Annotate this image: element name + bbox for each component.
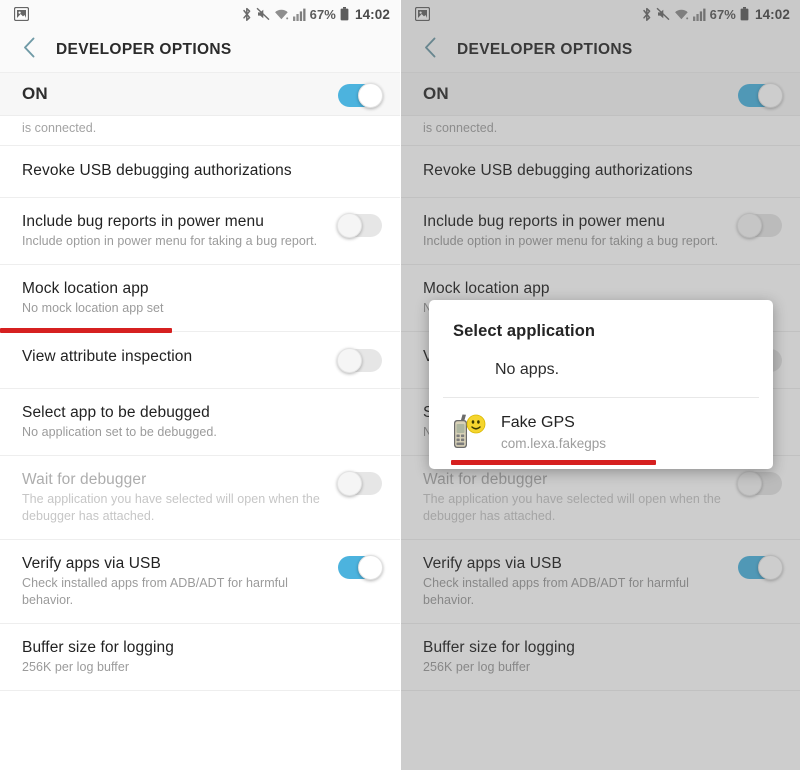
back-button[interactable] xyxy=(14,35,44,65)
wifi-icon xyxy=(674,8,689,21)
list-item-title: Revoke USB debugging authorizations xyxy=(423,162,693,179)
settings-list-left: is connected. Revoke USB debugging autho… xyxy=(0,116,400,691)
list-item-subtitle: 256K per log buffer xyxy=(423,660,531,674)
list-item-subtitle: No mock location app set xyxy=(22,301,164,315)
bluetooth-icon xyxy=(642,7,652,22)
master-switch-toggle[interactable] xyxy=(338,82,383,108)
dialog-option-no-apps[interactable]: No apps. xyxy=(429,347,773,397)
status-bar-right-icons: 67% 14:02 xyxy=(242,7,390,22)
master-switch-label: ON xyxy=(423,84,449,103)
back-chevron-icon xyxy=(424,37,437,63)
screenshot-icon xyxy=(415,7,430,21)
app-bar-right: DEVELOPER OPTIONS xyxy=(401,28,800,72)
wait-for-debugger-toggle xyxy=(337,471,382,496)
master-switch-toggle[interactable] xyxy=(738,82,783,108)
battery-percent-label: 67% xyxy=(709,6,736,22)
list-item-wait-for-debugger: Wait for debugger The application you ha… xyxy=(0,456,400,540)
select-application-dialog: Select application No apps. Fake GPS com… xyxy=(429,300,773,469)
status-bar-left: 67% 14:02 xyxy=(0,0,400,28)
list-item-subtitle: Include option in power menu for taking … xyxy=(22,234,318,248)
master-switch-label: ON xyxy=(22,84,48,103)
list-item-title: Mock location app xyxy=(22,280,149,297)
status-bar-right: 67% 14:02 xyxy=(401,0,800,28)
vibrate-mute-icon xyxy=(256,7,270,21)
list-item-select-app-to-be-debugged[interactable]: Select app to be debugged No application… xyxy=(0,389,400,456)
wait-for-debugger-toggle xyxy=(737,471,782,496)
list-item-title: Select app to be debugged xyxy=(22,404,210,421)
list-item-clipped[interactable]: is connected. xyxy=(401,116,800,146)
list-item-subtitle: The application you have selected will o… xyxy=(423,492,721,523)
list-item-verify-apps-via-usb[interactable]: Verify apps via USB Check installed apps… xyxy=(401,540,800,624)
list-item-title: Wait for debugger xyxy=(22,471,147,488)
developer-options-master-row[interactable]: ON xyxy=(401,72,800,116)
list-item-buffer-size-for-logging[interactable]: Buffer size for logging 256K per log buf… xyxy=(401,624,800,691)
dialog-title: Select application xyxy=(453,322,596,340)
clipped-row-subtitle: is connected. xyxy=(22,121,97,135)
left-screen: 67% 14:02 DEVELOPER OPTIONS ON is connec… xyxy=(0,0,400,770)
list-item-subtitle: Include option in power menu for taking … xyxy=(423,234,719,248)
page-title: DEVELOPER OPTIONS xyxy=(56,41,232,58)
app-item-texts: Fake GPS com.lexa.fakegps xyxy=(501,412,606,453)
fake-gps-app-icon xyxy=(447,411,489,453)
developer-options-master-row[interactable]: ON xyxy=(0,72,400,116)
list-item-revoke-usb-debugging[interactable]: Revoke USB debugging authorizations xyxy=(0,146,400,198)
list-item-subtitle: Check installed apps from ADB/ADT for ha… xyxy=(22,576,289,607)
app-package-label: com.lexa.fakegps xyxy=(501,435,607,451)
status-bar-right-left-icons xyxy=(415,7,430,21)
list-item-mock-location-app[interactable]: Mock location app No mock location app s… xyxy=(0,265,400,333)
include-bug-reports-toggle[interactable] xyxy=(337,213,382,238)
list-item-title: Revoke USB debugging authorizations xyxy=(22,162,292,179)
list-item-title: Verify apps via USB xyxy=(423,555,562,572)
list-item-subtitle: The application you have selected will o… xyxy=(22,492,320,523)
status-bar-right-icons-group: 67% 14:02 xyxy=(642,7,790,22)
back-button[interactable] xyxy=(415,35,445,65)
dialog-option-fake-gps[interactable]: Fake GPS com.lexa.fakegps xyxy=(429,398,773,465)
list-item-title: Include bug reports in power menu xyxy=(22,213,264,230)
signal-icon xyxy=(292,8,306,21)
list-item-buffer-size-for-logging[interactable]: Buffer size for logging 256K per log buf… xyxy=(0,624,400,691)
wifi-icon xyxy=(274,8,289,21)
signal-icon xyxy=(692,8,706,21)
battery-icon xyxy=(340,7,349,21)
list-item-subtitle: Check installed apps from ADB/ADT for ha… xyxy=(423,576,690,607)
status-bar-left-icons xyxy=(14,7,29,21)
verify-apps-via-usb-toggle[interactable] xyxy=(738,555,783,580)
app-bar-left: DEVELOPER OPTIONS xyxy=(0,28,400,72)
status-bar-clock: 14:02 xyxy=(754,6,790,22)
include-bug-reports-toggle[interactable] xyxy=(737,213,782,238)
list-item-revoke-usb-debugging[interactable]: Revoke USB debugging authorizations xyxy=(401,146,800,198)
back-chevron-icon xyxy=(23,37,36,63)
annotation-underline-fake-gps xyxy=(451,460,656,465)
vibrate-mute-icon xyxy=(656,7,670,21)
battery-percent-label: 67% xyxy=(309,6,336,22)
list-item-subtitle: 256K per log buffer xyxy=(22,660,130,674)
page-title: DEVELOPER OPTIONS xyxy=(457,41,633,58)
screenshot-icon xyxy=(14,7,29,21)
verify-apps-via-usb-toggle[interactable] xyxy=(338,555,383,580)
list-item-include-bug-reports[interactable]: Include bug reports in power menu Includ… xyxy=(0,198,400,265)
battery-icon xyxy=(740,7,749,21)
list-item-title: View attribute inspection xyxy=(22,348,193,365)
list-item-title: Mock location app xyxy=(423,280,550,297)
app-name-label: Fake GPS xyxy=(501,413,575,431)
view-attribute-inspection-toggle[interactable] xyxy=(337,348,382,373)
list-item-include-bug-reports[interactable]: Include bug reports in power menu Includ… xyxy=(401,198,800,265)
list-item-clipped[interactable]: is connected. xyxy=(0,116,400,146)
bluetooth-icon xyxy=(242,7,252,22)
list-item-title: Include bug reports in power menu xyxy=(423,213,665,230)
right-screen: 67% 14:02 DEVELOPER OPTIONS ON is connec… xyxy=(400,0,800,770)
status-bar-clock: 14:02 xyxy=(354,6,390,22)
clipped-row-subtitle: is connected. xyxy=(423,121,498,135)
two-screenshot-comparison: 67% 14:02 DEVELOPER OPTIONS ON is connec… xyxy=(0,0,800,770)
list-item-view-attribute-inspection[interactable]: View attribute inspection xyxy=(0,332,400,389)
list-item-title: Buffer size for logging xyxy=(423,639,575,656)
list-item-subtitle: No application set to be debugged. xyxy=(22,425,217,439)
list-item-title: Wait for debugger xyxy=(423,471,548,488)
list-item-title: Verify apps via USB xyxy=(22,555,161,572)
list-item-verify-apps-via-usb[interactable]: Verify apps via USB Check installed apps… xyxy=(0,540,400,624)
list-item-title: Buffer size for logging xyxy=(22,639,174,656)
